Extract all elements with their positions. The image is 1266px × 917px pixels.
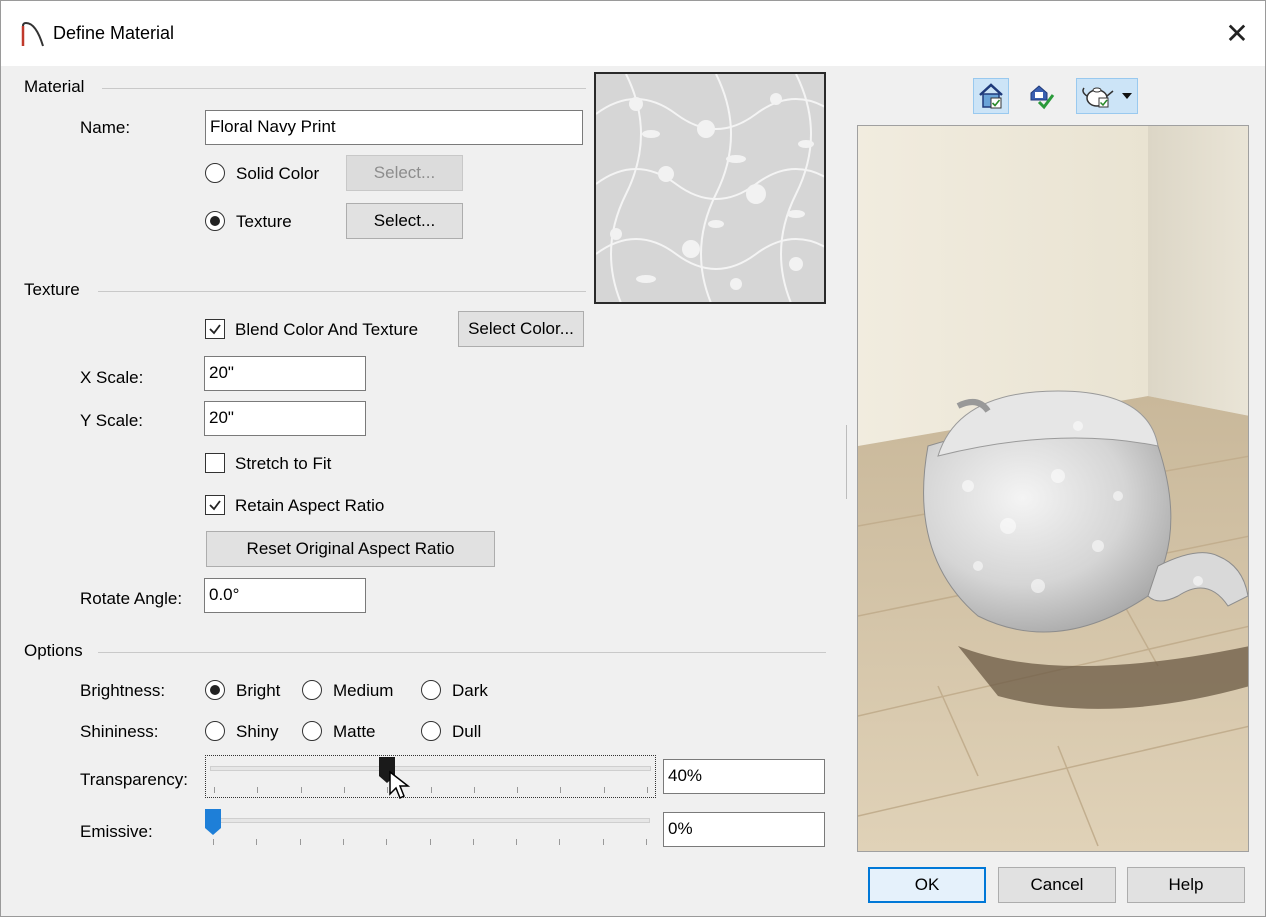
name-label: Name: <box>80 118 131 137</box>
y-scale-input[interactable]: 20" <box>204 401 366 436</box>
slider-tick <box>604 787 605 793</box>
brightness-bright-label: Bright <box>236 681 281 700</box>
options-group-label: Options <box>24 641 83 660</box>
transparency-track <box>210 766 651 771</box>
app-arch-icon <box>21 21 44 47</box>
brightness-dark-radio[interactable] <box>421 680 441 700</box>
splitter-handle[interactable] <box>846 425 850 499</box>
slider-tick <box>516 839 517 845</box>
checkmark-icon <box>209 324 221 335</box>
teapot-render-image <box>858 126 1248 851</box>
ok-button[interactable]: OK <box>868 867 986 903</box>
rotate-angle-label: Rotate Angle: <box>80 589 183 608</box>
solid-color-radio[interactable] <box>205 163 225 183</box>
slider-tick <box>431 787 432 793</box>
slider-tick <box>646 839 647 845</box>
texture-swatch <box>594 72 826 304</box>
cancel-button[interactable]: Cancel <box>998 867 1116 903</box>
texture-group-divider <box>98 291 586 292</box>
checkmark-icon <box>209 500 221 511</box>
slider-tick <box>301 787 302 793</box>
x-scale-input[interactable]: 20" <box>204 356 366 391</box>
brightness-label: Brightness: <box>80 681 166 700</box>
retain-aspect-checkbox[interactable] <box>205 495 225 515</box>
material-preview <box>857 125 1249 852</box>
slider-tick <box>300 839 301 845</box>
select-color-button[interactable]: Select Color... <box>458 311 584 347</box>
slider-tick <box>343 839 344 845</box>
stretch-label: Stretch to Fit <box>235 454 332 473</box>
close-icon[interactable]: ✕ <box>1218 16 1256 50</box>
brightness-dark-label: Dark <box>452 681 488 700</box>
options-group-divider <box>98 652 826 653</box>
stretch-checkbox[interactable] <box>205 453 225 473</box>
slider-tick <box>344 787 345 793</box>
slider-tick <box>386 839 387 845</box>
emissive-label: Emissive: <box>80 822 153 841</box>
transparency-slider[interactable] <box>205 755 656 798</box>
dropdown-arrow-icon <box>1122 93 1132 99</box>
texture-select-button[interactable]: Select... <box>346 203 463 239</box>
shininess-shiny-radio[interactable] <box>205 721 225 741</box>
rotate-angle-input[interactable]: 0.0° <box>204 578 366 613</box>
slider-tick <box>517 787 518 793</box>
slider-tick <box>473 839 474 845</box>
window-title: Define Material <box>53 23 175 43</box>
reset-aspect-button[interactable]: Reset Original Aspect Ratio <box>206 531 495 567</box>
x-scale-label: X Scale: <box>80 368 144 387</box>
emissive-input[interactable]: 0% <box>663 812 825 847</box>
slider-tick <box>213 839 214 845</box>
shininess-shiny-label: Shiny <box>236 722 279 741</box>
slider-tick <box>430 839 431 845</box>
shininess-matte-radio[interactable] <box>302 721 322 741</box>
shininess-matte-label: Matte <box>333 722 376 741</box>
material-group-divider <box>102 88 586 89</box>
retain-aspect-label: Retain Aspect Ratio <box>235 496 385 515</box>
y-scale-label: Y Scale: <box>80 411 144 430</box>
slider-tick <box>256 839 257 845</box>
blend-checkbox[interactable] <box>205 319 225 339</box>
name-input[interactable]: Floral Navy Print <box>205 110 583 145</box>
solid-color-select-button[interactable]: Select... <box>346 155 463 191</box>
slider-tick <box>214 787 215 793</box>
teapot-preview-dropdown[interactable] <box>1076 78 1138 114</box>
slider-tick <box>560 787 561 793</box>
texture-radio-label: Texture <box>236 212 292 231</box>
mouse-cursor-icon <box>389 770 411 800</box>
slider-tick <box>474 787 475 793</box>
slider-tick <box>257 787 258 793</box>
material-group-label: Material <box>24 77 85 96</box>
brightness-medium-radio[interactable] <box>302 680 322 700</box>
transparency-ticks <box>214 787 648 793</box>
emissive-track <box>209 818 650 823</box>
texture-group-label: Texture <box>24 280 80 299</box>
brightness-bright-radio[interactable] <box>205 680 225 700</box>
apply-check-icon[interactable] <box>1023 78 1059 114</box>
slider-tick <box>647 787 648 793</box>
house-material-icon[interactable] <box>973 78 1009 114</box>
shininess-dull-radio[interactable] <box>421 721 441 741</box>
teapot-preview-icon <box>1082 87 1114 108</box>
emissive-slider[interactable] <box>205 808 656 851</box>
emissive-ticks <box>213 839 647 845</box>
texture-radio[interactable] <box>205 211 225 231</box>
title-bar <box>0 0 1266 66</box>
solid-color-label: Solid Color <box>236 164 320 183</box>
emissive-thumb[interactable] <box>204 808 222 836</box>
shininess-dull-label: Dull <box>452 722 482 741</box>
transparency-input[interactable]: 40% <box>663 759 825 794</box>
brightness-medium-label: Medium <box>333 681 394 700</box>
blend-label: Blend Color And Texture <box>235 320 419 339</box>
slider-tick <box>603 839 604 845</box>
transparency-label: Transparency: <box>80 770 189 789</box>
floral-pattern-image <box>596 74 824 302</box>
shininess-label: Shininess: <box>80 722 159 741</box>
slider-tick <box>559 839 560 845</box>
help-button[interactable]: Help <box>1127 867 1245 903</box>
